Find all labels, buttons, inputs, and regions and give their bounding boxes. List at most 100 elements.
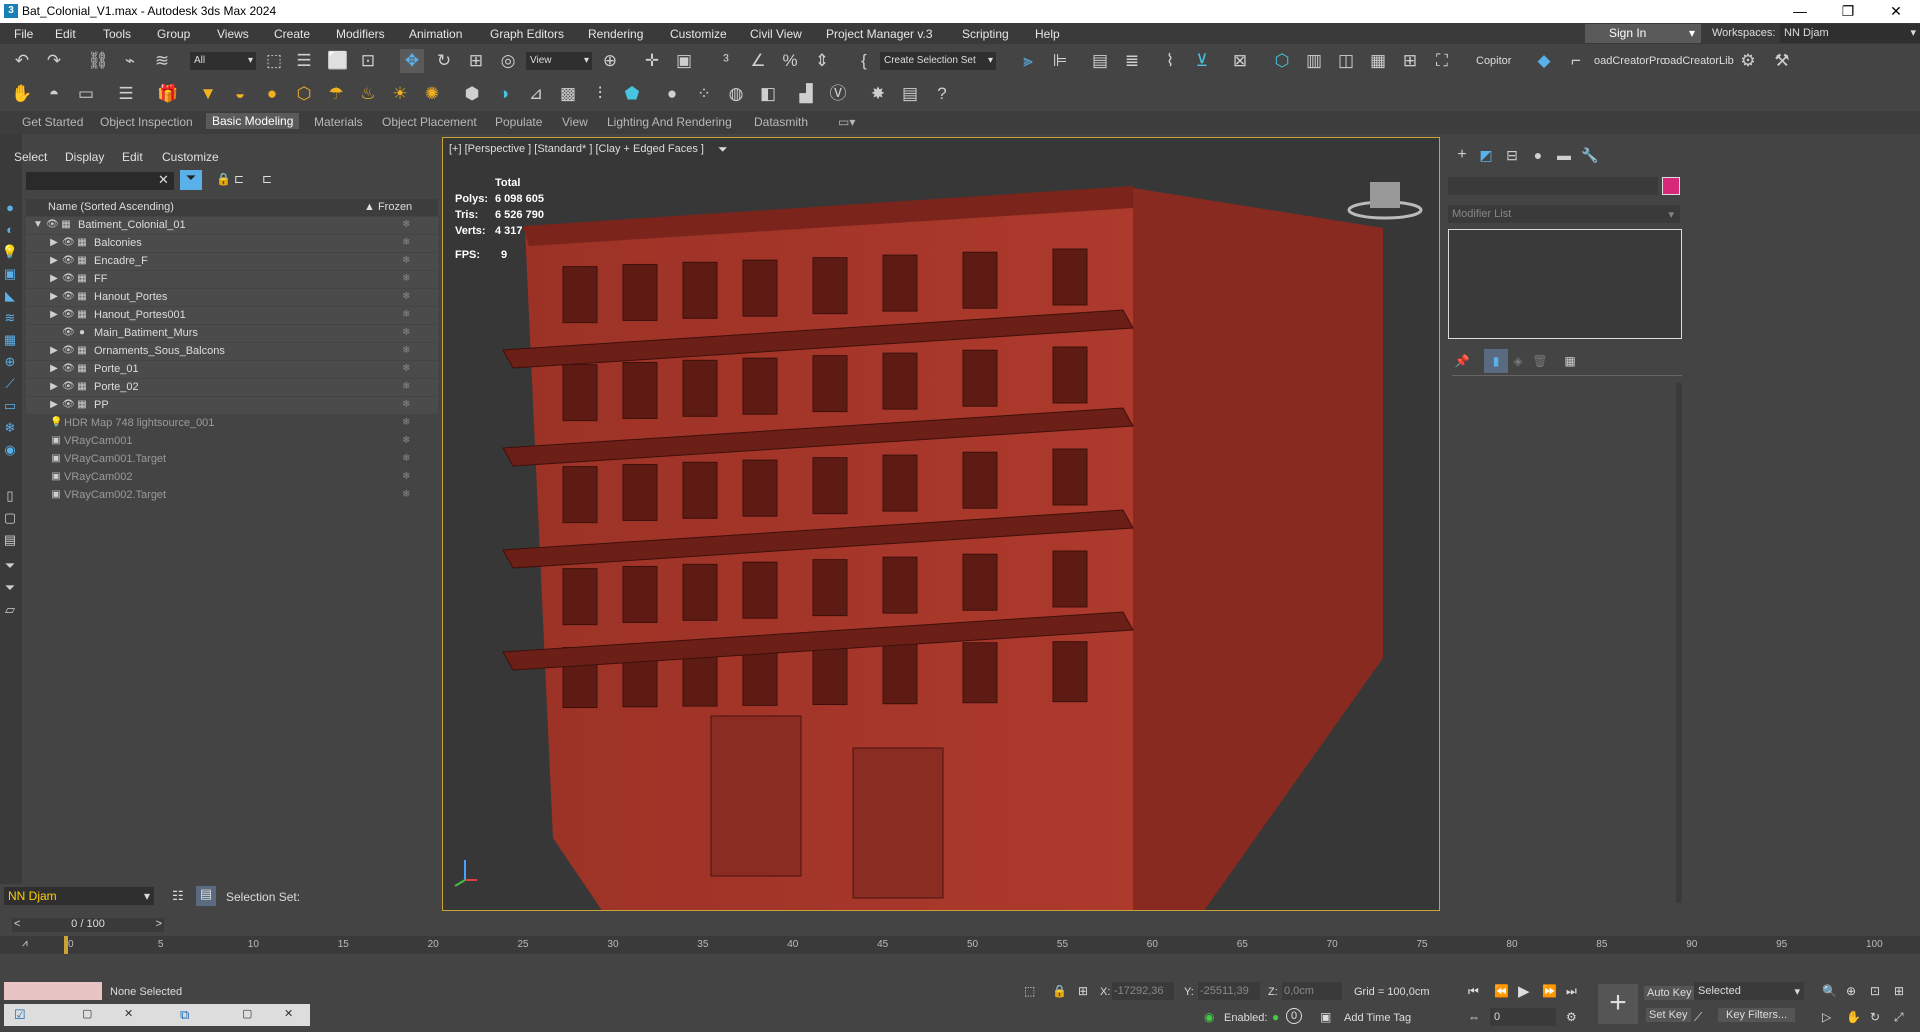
walkthrough-icon[interactable]: ⛶ <box>1430 49 1454 73</box>
rendered-frame-icon[interactable]: ▥ <box>1302 49 1326 73</box>
visibility-eye-icon[interactable]: 👁 <box>62 363 75 375</box>
next-frame-icon[interactable]: ⏩ <box>1542 984 1557 998</box>
time-slider-next-icon[interactable]: > <box>156 918 162 930</box>
frozen-toggle-icon[interactable]: ❄ <box>402 399 410 410</box>
frozen-toggle-icon[interactable]: ❄ <box>402 489 410 500</box>
tree-item[interactable]: ▶ 👁 ▦ Ornaments_Sous_Balcons ❄ <box>26 343 438 360</box>
remove-modifier-icon[interactable]: 🗑 <box>1528 349 1552 373</box>
tree-item[interactable]: ▣ VRayCam001.Target ❄ <box>26 451 438 468</box>
explorer-search-input[interactable] <box>26 172 174 190</box>
isolate-icon[interactable]: ⬚ <box>1024 984 1035 998</box>
layer-select[interactable]: NN Djam ▾ <box>4 887 154 905</box>
placement-icon[interactable]: ◎ <box>496 49 520 73</box>
set-key-mode-button[interactable]: Set Key <box>1646 1008 1691 1022</box>
light-sun-icon[interactable]: ☀ <box>388 82 412 106</box>
visibility-eye-icon[interactable]: 👁 <box>62 237 75 249</box>
percent-snap-icon[interactable]: % <box>778 49 802 73</box>
go-to-start-icon[interactable]: ⏮ <box>1468 984 1479 999</box>
tree-item[interactable]: ▣ VRayCam002.Target ❄ <box>26 487 438 504</box>
filter-hidden-icon[interactable]: ◉ <box>0 438 21 462</box>
frozen-toggle-icon[interactable]: ❄ <box>402 381 410 392</box>
vray-plane-icon[interactable]: ▩ <box>556 82 580 106</box>
toggle-panel-icon[interactable]: ▱ <box>0 598 21 622</box>
angle-snap-icon[interactable]: ∠ <box>746 49 770 73</box>
toggle-scene-explorer-icon[interactable]: ▤ <box>1088 49 1112 73</box>
close-icon[interactable]: ✕ <box>284 1007 293 1020</box>
visibility-eye-icon[interactable]: 👁 <box>62 399 75 411</box>
menu-civil-view[interactable]: Civil View <box>750 27 802 41</box>
explorer-menu-display[interactable]: Display <box>65 150 104 164</box>
time-tag-icon[interactable]: ▣ <box>1320 1010 1331 1024</box>
menu-graph-editors[interactable]: Graph Editors <box>490 27 564 41</box>
plugin-tool-icon[interactable]: ⚒ <box>1770 49 1794 73</box>
link-icon[interactable]: ⛓ <box>86 49 110 73</box>
tree-item[interactable]: ▶ 👁 ▦ Porte_01 ❄ <box>26 361 438 378</box>
select-object-icon[interactable]: ⬚ <box>262 49 286 73</box>
light-omni-icon[interactable]: ☂ <box>324 82 348 106</box>
filter-funnel-icon[interactable]: ⏷ <box>0 554 21 578</box>
ribbon-options-icon[interactable]: ▭▾ <box>838 115 855 129</box>
frozen-toggle-icon[interactable]: ❄ <box>402 453 410 464</box>
render-setup-icon[interactable]: ⬡ <box>1270 49 1294 73</box>
restore-icon[interactable]: ▢ <box>82 1007 92 1020</box>
light-ambient-icon[interactable]: ✺ <box>420 82 444 106</box>
tree-item[interactable]: ▶ 👁 ▦ Porte_02 ❄ <box>26 379 438 396</box>
modifier-list-select[interactable]: Modifier List ▾ <box>1448 205 1680 223</box>
create-tab-icon[interactable]: + <box>1450 143 1474 167</box>
redo-icon[interactable]: ↷ <box>42 49 66 73</box>
make-unique-icon[interactable]: ◈ <box>1506 349 1530 373</box>
key-mode-icon[interactable]: ⇔ <box>1468 1010 1480 1024</box>
mirror-icon[interactable]: ⫸ <box>1016 49 1040 73</box>
menu-create[interactable]: Create <box>274 27 310 41</box>
absolute-mode-icon[interactable]: ⊞ <box>1078 984 1088 998</box>
road-creator-icon[interactable]: ⌐ <box>1564 49 1588 73</box>
manipulate-icon[interactable]: ✛ <box>640 49 664 73</box>
named-selection-select[interactable]: Create Selection Set ▾ <box>880 52 996 70</box>
vray-grass-icon[interactable]: ⫶ <box>588 82 612 106</box>
undo-icon[interactable]: ↶ <box>10 49 34 73</box>
filter-cameras-icon[interactable]: ▣ <box>0 262 21 286</box>
select-by-name-icon[interactable]: ☰ <box>292 49 316 73</box>
road-creator-pro-label[interactable]: oadCreatorPro <box>1594 55 1666 67</box>
frozen-column-header[interactable]: ▲ Frozen <box>364 201 412 213</box>
visibility-eye-icon[interactable]: 👁 <box>62 255 75 267</box>
keyboard-shortcut-icon[interactable]: ▣ <box>672 49 696 73</box>
zoom-icon[interactable]: 🔍 <box>1822 984 1837 998</box>
time-slider-prev-icon[interactable]: < <box>14 918 20 930</box>
menu-customize[interactable]: Customize <box>670 27 727 41</box>
tree-item[interactable]: 👁 ● Main_Batiment_Murs ❄ <box>26 325 438 342</box>
z-coordinate-field[interactable]: 0,0cm <box>1282 982 1342 1000</box>
tree-item[interactable]: ▶ 👁 ▦ Encadre_F ❄ <box>26 253 438 270</box>
frozen-toggle-icon[interactable]: ❄ <box>402 327 410 338</box>
ribbon-tab-lighting[interactable]: Lighting And Rendering <box>607 115 732 129</box>
expand-arrow-icon[interactable]: ▶ <box>48 345 60 357</box>
adaptive-degradation-icon[interactable]: ◉ <box>1204 1010 1214 1024</box>
light-spot-icon[interactable]: ▼ <box>196 82 220 106</box>
key-set-select[interactable]: Selected ▾ <box>1694 982 1804 1000</box>
tool-gift-icon[interactable]: 🎁 <box>156 82 180 106</box>
previous-frame-icon[interactable]: ⏪ <box>1494 984 1509 998</box>
render-production-icon[interactable]: ◫ <box>1334 49 1358 73</box>
menu-edit[interactable]: Edit <box>55 27 76 41</box>
light-dome-icon[interactable]: ◒ <box>228 82 252 106</box>
menu-rendering[interactable]: Rendering <box>588 27 643 41</box>
hierarchy-tab-icon[interactable]: ⊟ <box>1500 143 1524 167</box>
render-iterative-icon[interactable]: ▦ <box>1366 49 1390 73</box>
selection-filter-select[interactable]: All ▾ <box>190 52 256 70</box>
frozen-toggle-icon[interactable]: ❄ <box>402 345 410 356</box>
menu-modifiers[interactable]: Modifiers <box>336 27 385 41</box>
play-icon[interactable]: ▶ <box>1518 982 1530 1000</box>
explorer-menu-select[interactable]: Select <box>14 150 47 164</box>
plugin-gear-icon[interactable]: ⚙ <box>1736 49 1760 73</box>
material-editor-icon[interactable]: ⊠ <box>1228 49 1252 73</box>
material-sphere-icon[interactable]: ● <box>660 82 684 106</box>
vray-proxy-icon[interactable]: ⬢ <box>460 82 484 106</box>
vray-decal-icon[interactable]: ⬟ <box>620 82 644 106</box>
schematic-view-icon[interactable]: ⊻ <box>1190 49 1214 73</box>
app-thumbnail-icon[interactable]: ☑ <box>14 1007 26 1023</box>
light-mesh-icon[interactable]: ♨ <box>356 82 380 106</box>
expand-arrow-icon[interactable]: ▶ <box>48 273 60 285</box>
enabled-count[interactable]: 0 <box>1286 1008 1302 1024</box>
rotate-icon[interactable]: ↻ <box>432 49 456 73</box>
display-invert-icon[interactable]: ▤ <box>0 528 21 552</box>
